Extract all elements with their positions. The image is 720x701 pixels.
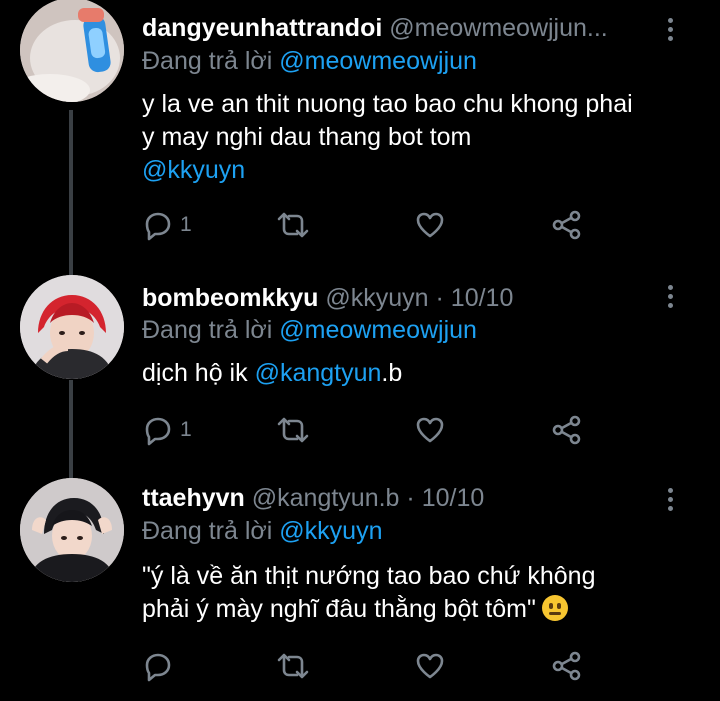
like-button[interactable] (414, 412, 446, 448)
display-name[interactable]: ttaehyvn (142, 484, 245, 512)
handle[interactable]: @kkyuyn (325, 284, 428, 312)
replying-to-link[interactable]: @meowmeowjjun (279, 47, 477, 75)
tweet[interactable]: bombeomkkyu @kkyuyn · 10/10 Đang trả lời… (0, 275, 720, 475)
tweet-header: dangyeunhattrandoi @meowmeowjjun... (142, 13, 608, 43)
avatar[interactable] (20, 275, 124, 379)
more-options-icon[interactable] (668, 488, 674, 515)
heart-icon (416, 417, 444, 443)
replying-to: Đang trả lời @kkyuyn (142, 517, 383, 545)
retweet-button[interactable] (275, 648, 311, 684)
handle[interactable]: @meowmeowjjun... (389, 14, 608, 42)
replying-to: Đang trả lời @meowmeowjjun (142, 47, 477, 75)
tweet-actions: 1 (142, 207, 592, 247)
avatar[interactable] (20, 0, 124, 102)
share-icon (552, 210, 581, 240)
timestamp[interactable]: · 10/10 (406, 484, 484, 512)
tweet[interactable]: ttaehyvn @kangtyun.b · 10/10 Đang trả lờ… (0, 478, 720, 701)
mention-link[interactable]: @kkyuyn (142, 156, 245, 184)
heart-icon (416, 653, 444, 679)
tweet-text: y la ve an thit nuong tao bao chu khong … (142, 90, 633, 184)
share-button[interactable] (551, 207, 583, 243)
more-options-icon[interactable] (668, 18, 674, 45)
tweet-actions: 1 (142, 412, 592, 452)
reply-count: 1 (180, 213, 192, 236)
display-name[interactable]: bombeomkkyu (142, 284, 318, 312)
share-icon (552, 415, 581, 445)
reply-button[interactable]: 1 (142, 207, 192, 243)
avatar[interactable] (20, 478, 124, 582)
replying-to: Đang trả lời @meowmeowjjun (142, 316, 477, 344)
retweet-icon (277, 212, 309, 238)
more-options-icon[interactable] (668, 285, 674, 312)
reply-icon (145, 653, 171, 682)
tweet-text: "ý là về ăn thịt nướng tao bao chứ không… (142, 562, 596, 623)
share-button[interactable] (551, 648, 583, 684)
reply-button[interactable] (142, 648, 180, 684)
replying-to-link[interactable]: @meowmeowjjun (279, 316, 477, 344)
heart-icon (416, 212, 444, 238)
like-button[interactable] (414, 207, 446, 243)
timestamp[interactable]: · 10/10 (436, 284, 514, 312)
tweet-actions (142, 648, 592, 688)
reply-icon (145, 417, 171, 446)
reply-count: 1 (180, 418, 192, 441)
replying-to-link[interactable]: @kkyuyn (279, 517, 382, 545)
tweet-header: ttaehyvn @kangtyun.b · 10/10 (142, 483, 484, 513)
retweet-button[interactable] (275, 412, 311, 448)
retweet-icon (277, 417, 309, 443)
tweet-text: dịch hộ ik @kangtyun.b (142, 359, 403, 387)
retweet-button[interactable] (275, 207, 311, 243)
reply-button[interactable]: 1 (142, 412, 192, 448)
like-button[interactable] (414, 648, 446, 684)
tweet-header: bombeomkkyu @kkyuyn · 10/10 (142, 283, 513, 313)
reply-icon (145, 212, 171, 241)
tweet[interactable]: dangyeunhattrandoi @meowmeowjjun... Đang… (0, 0, 720, 265)
handle[interactable]: @kangtyun.b (252, 484, 400, 512)
share-icon (552, 651, 581, 681)
mention-link[interactable]: @kangtyun (255, 359, 382, 387)
neutral-face-emoji (541, 595, 568, 621)
retweet-icon (277, 653, 309, 679)
share-button[interactable] (551, 412, 583, 448)
display-name[interactable]: dangyeunhattrandoi (142, 14, 382, 42)
